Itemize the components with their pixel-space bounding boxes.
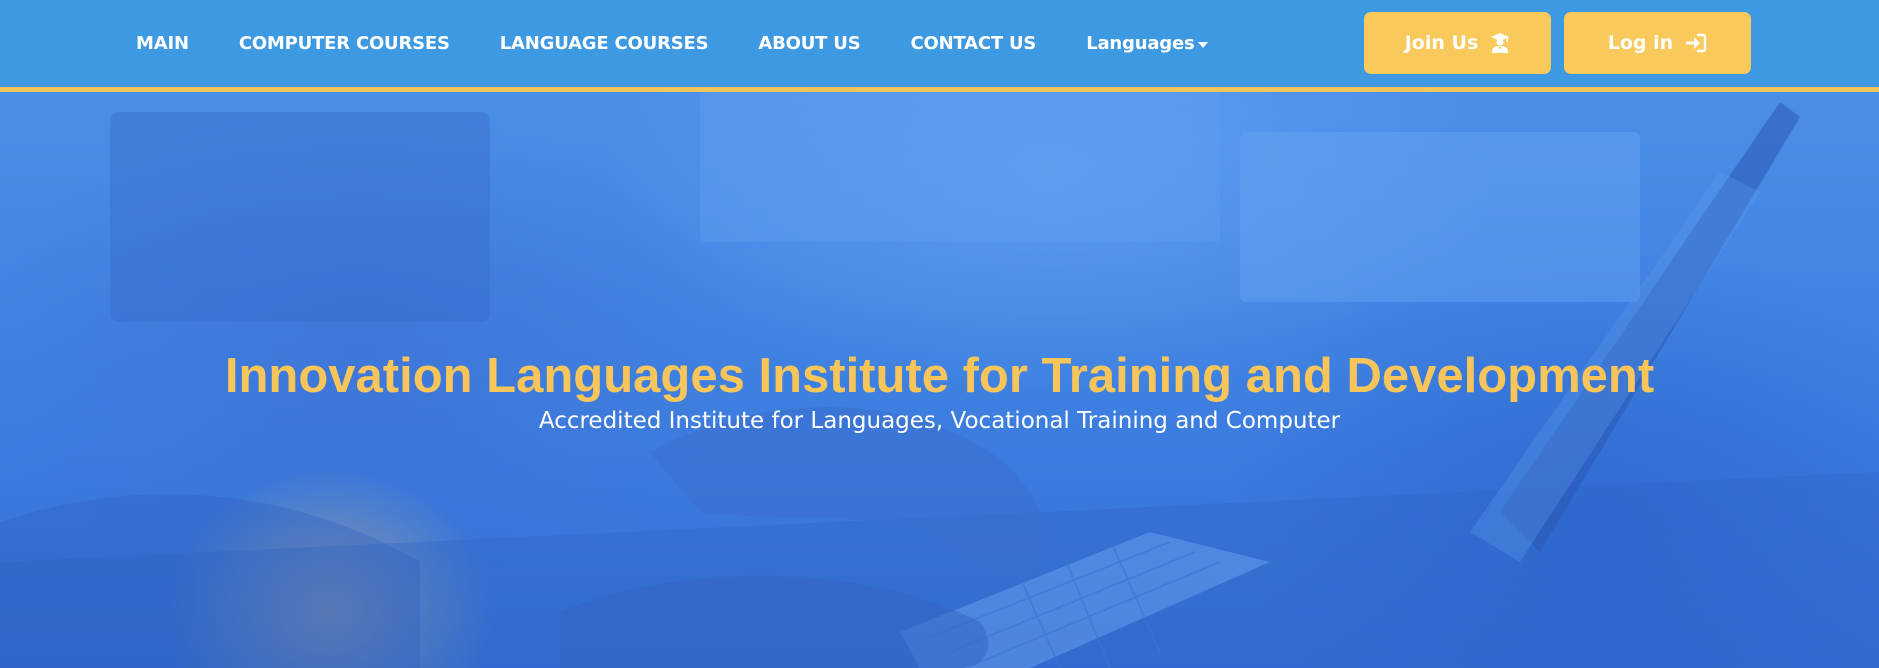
login-icon <box>1685 33 1707 53</box>
nav-item-language-courses[interactable]: LANGUAGE COURSES <box>500 33 709 54</box>
nav-item-about-us[interactable]: ABOUT US <box>758 33 860 54</box>
graduate-icon <box>1490 32 1510 54</box>
hero-subtitle: Accredited Institute for Languages, Voca… <box>538 408 1341 434</box>
join-us-button[interactable]: Join Us <box>1364 12 1551 74</box>
caret-down-icon <box>1198 41 1209 48</box>
page: MAIN COMPUTER COURSES LANGUAGE COURSES A… <box>0 0 1879 668</box>
languages-dropdown-label: Languages <box>1086 33 1195 54</box>
join-us-label: Join Us <box>1404 32 1479 54</box>
nav-item-main[interactable]: MAIN <box>136 33 189 54</box>
log-in-button[interactable]: Log in <box>1564 12 1751 74</box>
nav-links: MAIN COMPUTER COURSES LANGUAGE COURSES A… <box>136 0 1258 87</box>
log-in-label: Log in <box>1607 32 1674 54</box>
top-navbar: MAIN COMPUTER COURSES LANGUAGE COURSES A… <box>0 0 1879 92</box>
languages-dropdown[interactable]: Languages <box>1086 33 1209 54</box>
hero-title: Innovation Languages Institute for Train… <box>224 348 1655 403</box>
hero-banner: Innovation Languages Institute for Train… <box>0 92 1879 668</box>
nav-item-computer-courses[interactable]: COMPUTER COURSES <box>239 33 450 54</box>
nav-item-contact-us[interactable]: CONTACT US <box>910 33 1036 54</box>
